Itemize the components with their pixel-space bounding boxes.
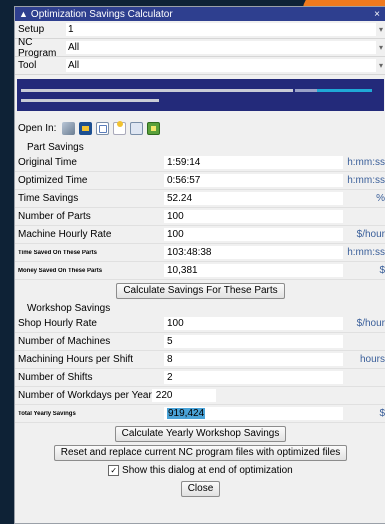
workshop-savings-title: Workshop Savings	[27, 303, 111, 314]
hours-per-shift-input[interactable]: 8	[164, 353, 343, 366]
text-report-icon[interactable]	[130, 121, 144, 135]
number-of-shifts-row: Number of Shifts 2	[15, 369, 385, 387]
shop-hourly-rate-row: Shop Hourly Rate 100 $/hour	[15, 315, 385, 333]
total-yearly-savings-value: 919,424	[164, 407, 343, 420]
number-of-machines-row: Number of Machines 5	[15, 333, 385, 351]
close-button[interactable]: Close	[180, 481, 221, 497]
app-icon: ▲	[19, 9, 28, 19]
tool-dropdown[interactable]: All	[66, 59, 376, 72]
progress-panel	[17, 79, 384, 111]
spreadsheet-icon[interactable]	[147, 121, 161, 135]
field-unit: $	[379, 265, 385, 276]
original-time-bar-segment	[295, 89, 317, 92]
field-label: Total Yearly Savings	[18, 410, 76, 417]
optimized-time-value: 0:56:57	[164, 174, 343, 187]
hours-per-shift-row: Machining Hours per Shift 8 hours	[15, 351, 385, 369]
original-time-row: Original Time 1:59:14 h:mm:ss	[15, 154, 385, 172]
setup-selector[interactable]: Setup 1 ▾	[15, 21, 385, 39]
total-yearly-savings-number: 919,424	[167, 408, 206, 419]
sticky-note-icon[interactable]	[113, 120, 127, 135]
field-label: Optimized Time	[18, 175, 88, 186]
optimized-time-row: Optimized Time 0:56:57 h:mm:ss	[15, 172, 385, 190]
field-label: Number of Parts	[18, 211, 91, 222]
machine-hourly-rate-row: Machine Hourly Rate 100 $/hour	[15, 226, 385, 244]
nc-editor-icon[interactable]	[79, 121, 93, 135]
number-of-shifts-input[interactable]: 2	[164, 371, 343, 384]
time-saved-row: Time Saved On These Parts 103:48:38 h:mm…	[15, 244, 385, 262]
show-dialog-checkbox[interactable]: ✓	[108, 464, 120, 476]
field-unit: h:mm:ss	[347, 157, 385, 168]
savings-calculator-window: ▲ Optimization Savings Calculator × Setu…	[14, 6, 385, 524]
field-unit: %	[376, 193, 385, 204]
field-label: Number of Workdays per Year	[18, 390, 152, 401]
field-label: Shop Hourly Rate	[18, 318, 97, 329]
setup-label: Setup	[18, 24, 45, 35]
calculate-part-savings-button[interactable]: Calculate Savings For These Parts	[116, 283, 285, 299]
field-label: Machine Hourly Rate	[18, 229, 112, 240]
field-unit: $	[379, 408, 385, 419]
graph-viewer-icon[interactable]	[96, 121, 110, 135]
money-saved-value: 10,381	[164, 264, 343, 277]
original-time-bar-end	[317, 89, 372, 92]
window-title: Optimization Savings Calculator	[30, 8, 173, 20]
shop-hourly-rate-input[interactable]: 100	[164, 317, 343, 330]
chevron-down-icon[interactable]: ▾	[376, 43, 385, 52]
part-savings-title: Part Savings	[27, 142, 84, 153]
tool-selector[interactable]: Tool All ▾	[15, 57, 385, 75]
title-bar[interactable]: ▲ Optimization Savings Calculator ×	[15, 7, 385, 21]
calculate-yearly-savings-button[interactable]: Calculate Yearly Workshop Savings	[114, 426, 287, 442]
number-of-machines-input[interactable]: 5	[164, 335, 343, 348]
tool-label: Tool	[18, 60, 37, 71]
window-close-icon[interactable]: ×	[374, 9, 382, 20]
workdays-per-year-row: Number of Workdays per Year 220	[15, 387, 385, 405]
show-dialog-label: Show this dialog at end of optimization	[122, 465, 293, 476]
nc-program-selector[interactable]: NC Program All ▾	[15, 36, 385, 59]
original-time-bar	[21, 89, 293, 92]
time-saved-value: 103:48:38	[164, 246, 343, 259]
setup-dropdown[interactable]: 1	[66, 23, 376, 36]
field-label: Machining Hours per Shift	[18, 354, 134, 365]
open-in-toolbar: Open In:	[15, 117, 385, 139]
original-time-value: 1:59:14	[164, 156, 343, 169]
show-dialog-option[interactable]: ✓ Show this dialog at end of optimizatio…	[15, 464, 385, 478]
field-label: Time Saved On These Parts	[18, 249, 97, 256]
time-savings-value: 52.24	[164, 192, 343, 205]
field-label: Number of Machines	[18, 336, 111, 347]
cnc-machine-icon[interactable]	[62, 121, 76, 135]
field-label: Money Saved On These Parts	[18, 267, 103, 274]
workdays-per-year-input[interactable]: 220	[151, 389, 216, 402]
chevron-down-icon[interactable]: ▾	[376, 61, 385, 70]
chevron-down-icon[interactable]: ▾	[376, 25, 385, 34]
number-of-parts-input[interactable]: 100	[164, 210, 343, 223]
field-unit: $/hour	[356, 318, 385, 329]
nc-program-label: NC Program	[18, 36, 57, 59]
nc-program-dropdown[interactable]: All	[66, 41, 376, 54]
field-label: Original Time	[18, 157, 77, 168]
field-label: Time Savings	[18, 193, 79, 204]
open-in-label: Open In:	[18, 122, 57, 134]
field-unit: h:mm:ss	[347, 175, 385, 186]
field-unit: h:mm:ss	[347, 247, 385, 258]
reset-replace-button[interactable]: Reset and replace current NC program fil…	[53, 445, 348, 461]
total-yearly-savings-row: Total Yearly Savings 919,424 $	[15, 405, 385, 423]
field-label: Number of Shifts	[18, 372, 93, 383]
time-savings-row: Time Savings 52.24 %	[15, 190, 385, 208]
field-unit: hours	[359, 354, 385, 365]
money-saved-row: Money Saved On These Parts 10,381 $	[15, 262, 385, 280]
field-unit: $/hour	[356, 229, 385, 240]
number-of-parts-row: Number of Parts 100	[15, 208, 385, 226]
machine-hourly-rate-input[interactable]: 100	[164, 228, 343, 241]
optimized-time-bar	[21, 99, 159, 102]
